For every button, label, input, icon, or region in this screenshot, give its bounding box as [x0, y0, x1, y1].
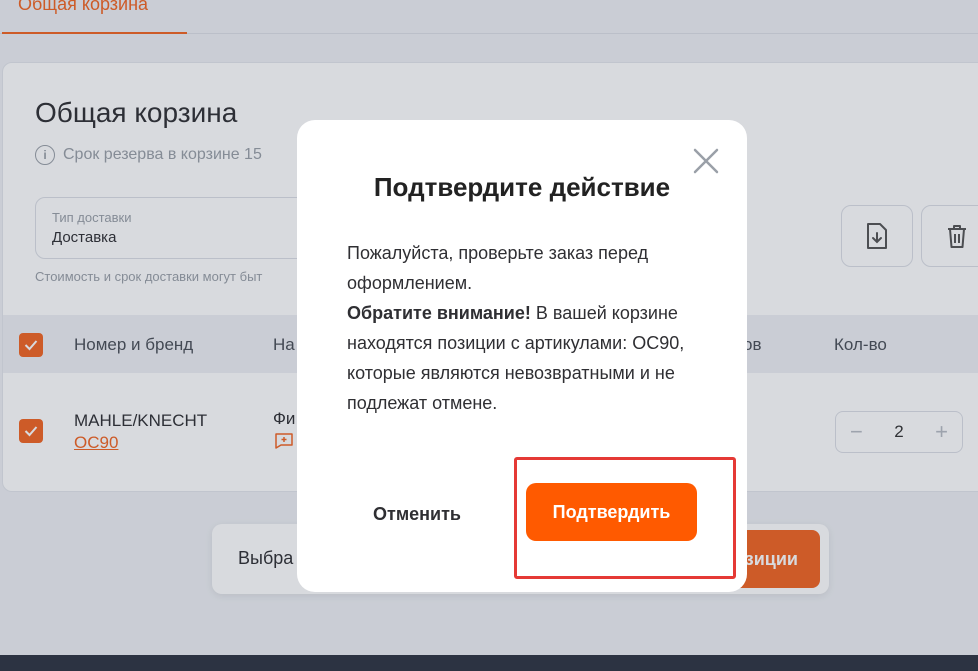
dialog-message-line1: Пожалуйста, проверьте заказ перед оформл… — [347, 243, 649, 293]
highlight-frame — [514, 457, 736, 579]
footer — [0, 655, 978, 671]
dialog-warning: Обратите внимание! В вашей корзине наход… — [347, 298, 687, 418]
cancel-button[interactable]: Отменить — [353, 486, 481, 542]
dialog-title: Подтвердите действие — [373, 172, 671, 202]
dialog-message: Пожалуйста, проверьте заказ перед оформл… — [347, 238, 687, 418]
dialog-warning-bold: Обратите внимание! — [347, 303, 531, 323]
